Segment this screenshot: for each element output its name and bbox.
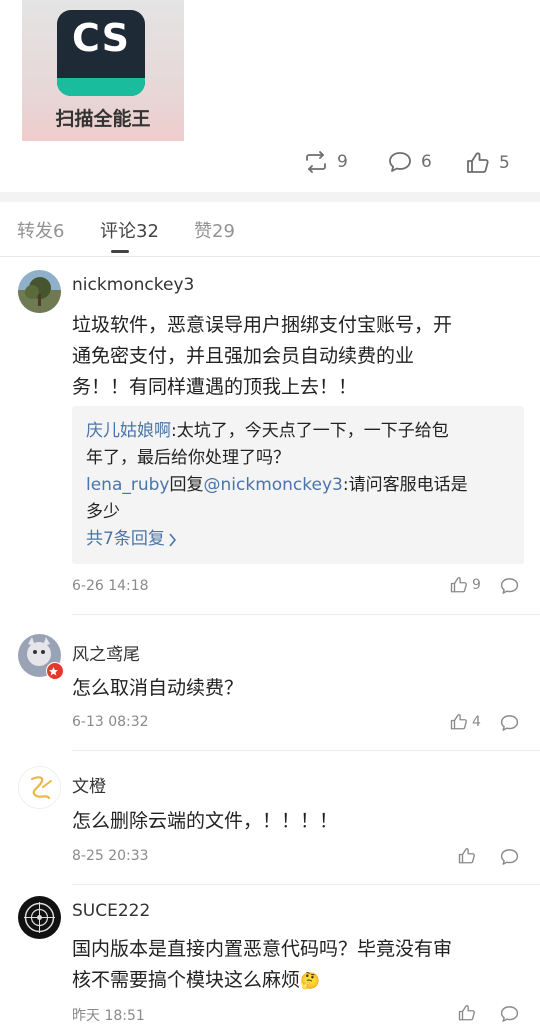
avatar[interactable] <box>18 896 61 939</box>
verified-badge <box>46 662 64 680</box>
repost-count: 9 <box>337 152 348 172</box>
thumbs-up-icon <box>450 714 467 730</box>
reply-button[interactable] <box>500 714 519 736</box>
avatar[interactable] <box>18 270 61 313</box>
comment-timestamp: 8-25 20:33 <box>72 848 149 864</box>
comment-text: 垃圾软件，恶意误导用户捆绑支付宝账号，开 通免密支付，并且强加会员自动续费的业 … <box>72 314 453 398</box>
comment-icon <box>500 578 519 594</box>
commenter-name[interactable]: 文橙 <box>72 772 106 797</box>
view-all-replies-link[interactable]: 共7条回复 <box>86 526 514 553</box>
post-image[interactable]: CS 扫描全能王 <box>22 0 184 141</box>
repost-button[interactable]: 9 <box>304 151 348 173</box>
like-button[interactable]: 5 <box>466 151 510 175</box>
avatar[interactable] <box>18 766 61 809</box>
comment-like-button[interactable] <box>458 1004 476 1022</box>
comment-like-count: 4 <box>472 714 481 730</box>
comment-text: 国内版本是直接内置恶意代码吗？毕竟没有审 核不需要搞个模块这么麻烦🤔 <box>72 938 453 991</box>
thumbs-up-icon <box>458 848 475 864</box>
comment-like-button[interactable]: 4 <box>450 713 481 731</box>
comment-count: 6 <box>421 152 432 172</box>
tab-reposts[interactable]: 转发6 <box>17 217 64 243</box>
post-action-bar: 9 6 5 <box>0 145 540 187</box>
commenter-name[interactable]: SUCE222 <box>72 901 150 921</box>
like-count: 5 <box>499 153 510 173</box>
active-tab-indicator <box>111 250 129 253</box>
thinking-emoji: 🤔 <box>300 971 320 990</box>
reply-button[interactable] <box>500 1005 519 1027</box>
comment-like-button[interactable] <box>458 847 476 865</box>
reply-preview-box[interactable]: 庆儿姑娘啊:太坑了，今天点了一下，一下子给包 年了，最后给你处理了吗？ lena… <box>72 406 524 564</box>
chevron-right-icon <box>169 532 176 547</box>
comment-text: 怎么取消自动续费？ <box>72 677 244 699</box>
comment-like-count: 9 <box>472 577 481 593</box>
reply-username[interactable]: lena_ruby <box>86 475 170 495</box>
thumbs-up-icon <box>450 577 467 593</box>
mention-link[interactable]: @nickmonckey3 <box>204 475 343 495</box>
commenter-name[interactable]: nickmonckey3 <box>72 275 194 295</box>
section-gap <box>0 192 540 202</box>
repost-icon <box>306 151 326 173</box>
reply-button[interactable] <box>500 848 519 870</box>
comment-timestamp: 6-26 14:18 <box>72 578 149 594</box>
comment-icon <box>500 849 519 865</box>
app-icon-text: CS <box>72 16 130 60</box>
thumbs-up-icon <box>458 1005 475 1021</box>
comment-like-button[interactable]: 9 <box>450 576 481 594</box>
comment-button[interactable]: 6 <box>388 151 432 173</box>
app-name: 扫描全能王 <box>55 108 151 130</box>
tab-comments[interactable]: 评论32 <box>100 217 159 243</box>
post-area: CS 扫描全能王 9 6 5 <box>0 0 540 195</box>
app-icon: CS <box>57 10 145 96</box>
comment-icon <box>500 715 519 731</box>
reply-username[interactable]: 庆儿姑娘啊 <box>86 421 171 441</box>
comment-icon <box>389 152 411 172</box>
reply-button[interactable] <box>500 577 519 599</box>
comment-icon <box>500 1006 519 1022</box>
thumbs-up-icon <box>467 152 489 173</box>
comment-timestamp: 6-13 08:32 <box>72 714 149 730</box>
comment-timestamp: 昨天 18:51 <box>72 1008 145 1024</box>
tab-likes[interactable]: 赞29 <box>194 217 235 243</box>
commenter-name[interactable]: 风之鸢尾 <box>72 640 140 665</box>
post-tabs: 转发6 评论32 赞29 <box>0 202 540 257</box>
comment-text: 怎么删除云端的文件，！！！！ <box>72 810 339 832</box>
